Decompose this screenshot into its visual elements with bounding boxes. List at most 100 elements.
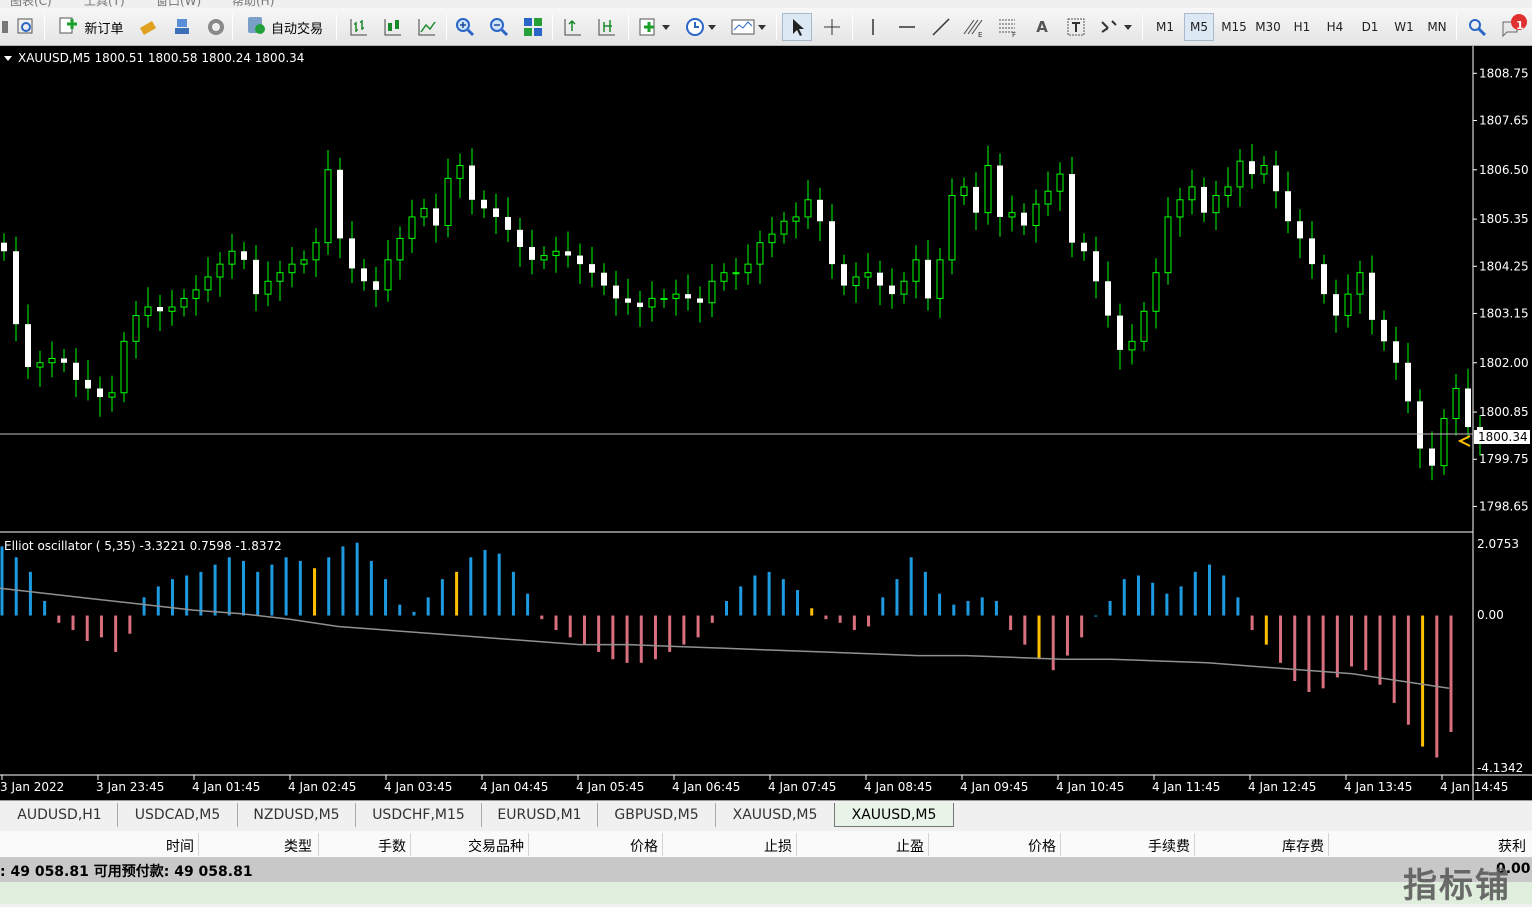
cursor-icon[interactable]: [782, 13, 812, 41]
vertical-line-icon[interactable]: [860, 13, 886, 41]
menu-item-window[interactable]: 窗口(W): [156, 0, 201, 8]
market-watch-icon[interactable]: [136, 13, 160, 41]
osc-bar: [298, 560, 302, 616]
chart-window[interactable]: 1808.75 1807.65 1806.50 1805.35 1804.25 1803.…: [0, 46, 1532, 800]
indicators-icon[interactable]: [636, 13, 672, 41]
search-icon[interactable]: [1464, 13, 1490, 41]
chart-properties-icon[interactable]: [2, 13, 8, 41]
osc-bar: [284, 557, 288, 616]
line-chart-icon[interactable]: [414, 13, 440, 41]
tab-usdcad-m5[interactable]: USDCAD,M5: [118, 803, 238, 827]
osc-bar: [156, 586, 160, 616]
bar-chart-icon[interactable]: [346, 13, 372, 41]
new-order-button[interactable]: 新订单: [52, 13, 130, 41]
osc-bar: [923, 571, 927, 616]
tab-nzdusd-m5[interactable]: NZDUSD,M5: [238, 803, 356, 827]
osc-bar: [270, 564, 274, 616]
templates-icon[interactable]: [728, 13, 768, 41]
tab-eurusd-m1[interactable]: EURUSD,M1: [482, 803, 598, 827]
svg-text:E: E: [978, 31, 982, 38]
candle-body: [1128, 340, 1136, 351]
timeframe-m5[interactable]: M5: [1184, 13, 1214, 41]
zoom-in-icon[interactable]: [452, 13, 478, 41]
col-price[interactable]: 价格: [580, 836, 658, 856]
text-icon[interactable]: A: [1030, 13, 1054, 41]
timeframe-m30[interactable]: M30: [1252, 13, 1284, 41]
candle-body: [973, 186, 979, 213]
osc-bar: [384, 579, 388, 616]
timeframe-h4[interactable]: H4: [1320, 13, 1350, 41]
price-label: 1799.75: [1479, 452, 1529, 466]
timeframe-h1[interactable]: H1: [1288, 13, 1316, 41]
menu-item-chart[interactable]: 图表(C): [10, 0, 52, 8]
balance-row[interactable]: : 49 058.81 可用预付款: 49 058.81 0.00: [0, 858, 1532, 882]
crosshair-icon[interactable]: [818, 13, 846, 41]
grid-icon[interactable]: F: [994, 13, 1022, 41]
navigator-icon[interactable]: [170, 13, 194, 41]
fibonacci-icon[interactable]: E: [960, 13, 988, 41]
table-empty-row: [0, 882, 1532, 904]
col-symbol[interactable]: 交易品种: [440, 836, 524, 856]
candle-body: [1452, 387, 1460, 420]
text-label-icon[interactable]: [1064, 13, 1088, 41]
candle-body: [300, 259, 308, 265]
timeframe-m15[interactable]: M15: [1218, 13, 1250, 41]
tile-windows-icon[interactable]: [520, 13, 546, 41]
chart-shift-icon[interactable]: [560, 13, 586, 41]
candle-chart-icon[interactable]: [380, 13, 406, 41]
candle-body: [1152, 272, 1160, 312]
timeframe-m1[interactable]: M1: [1150, 13, 1180, 41]
periods-icon[interactable]: [682, 13, 718, 41]
col-time[interactable]: 时间: [120, 836, 194, 856]
candle-body: [157, 307, 163, 312]
col-profit[interactable]: 获利: [1446, 836, 1526, 856]
candle-body: [625, 298, 631, 303]
trendline-icon[interactable]: [928, 13, 954, 41]
col-take-profit[interactable]: 止盈: [852, 836, 924, 856]
timeframe-mn[interactable]: MN: [1422, 13, 1452, 41]
timeframe-w1[interactable]: W1: [1390, 13, 1418, 41]
osc-bar: [1037, 615, 1041, 660]
horizontal-line-icon[interactable]: [894, 13, 920, 41]
zoom-out-icon[interactable]: [486, 13, 512, 41]
osc-bar: [1264, 615, 1268, 645]
col-stop-loss[interactable]: 止损: [720, 836, 792, 856]
col-price-current[interactable]: 价格: [984, 836, 1056, 856]
timeframe-d1[interactable]: D1: [1356, 13, 1384, 41]
signal-line: [0, 587, 1450, 690]
candle-body: [433, 208, 439, 226]
candle-body: [1212, 195, 1220, 214]
osc-bar: [1222, 575, 1226, 616]
col-commission[interactable]: 手续费: [1110, 836, 1190, 856]
tab-xauusd-m5-active[interactable]: XAUUSD,M5: [834, 803, 954, 827]
collapse-triangle-icon[interactable]: [4, 56, 12, 61]
tab-xauusd-m5-a[interactable]: XAUUSD,M5: [716, 803, 834, 827]
candle-body: [685, 294, 691, 299]
candle-body: [529, 246, 535, 260]
tab-gbpusd-m5[interactable]: GBPUSD,M5: [598, 803, 716, 827]
candle-body: [552, 250, 560, 257]
osc-bar: [1122, 579, 1126, 616]
candle-body: [264, 280, 272, 295]
candle-body: [817, 199, 823, 222]
candle-body: [1093, 251, 1099, 282]
price-arrow-icon: [1457, 435, 1471, 447]
menu-item-help[interactable]: 帮助(H): [232, 0, 274, 8]
col-swap[interactable]: 库存费: [1244, 836, 1324, 856]
price-chart[interactable]: 1808.75 1807.65 1806.50 1805.35 1804.25 1803.…: [0, 46, 1532, 800]
tab-usdchf-m15[interactable]: USDCHF,M15: [356, 803, 482, 827]
auto-trading-button[interactable]: 自动交易: [238, 13, 330, 41]
osc-bar: [242, 560, 245, 616]
col-lots[interactable]: 手数: [340, 836, 406, 856]
signals-icon[interactable]: [204, 13, 228, 41]
col-type[interactable]: 类型: [240, 836, 312, 856]
osc-bar: [1307, 615, 1311, 692]
autoscroll-icon[interactable]: [594, 13, 620, 41]
candle-body: [1164, 216, 1172, 274]
arrows-icon[interactable]: [1096, 13, 1136, 41]
menu-item-tools[interactable]: 工具(T): [84, 0, 125, 8]
zoom-to-fit-icon[interactable]: [14, 13, 38, 41]
osc-bar: [1151, 582, 1155, 616]
tab-audusd-h1[interactable]: AUDUSD,H1: [2, 803, 118, 827]
notification-icon[interactable]: 1: [1498, 13, 1530, 41]
